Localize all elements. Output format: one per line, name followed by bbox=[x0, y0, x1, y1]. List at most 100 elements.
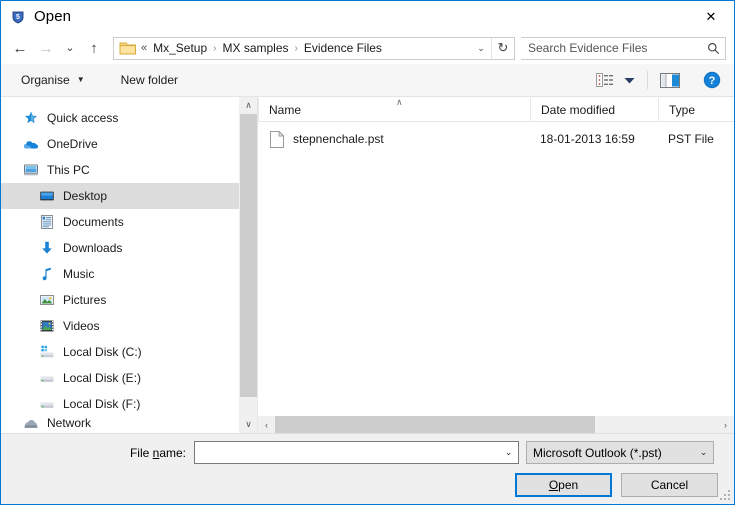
preview-pane-icon[interactable] bbox=[656, 68, 684, 92]
breadcrumb-separator[interactable]: › bbox=[213, 43, 216, 54]
scroll-thumb[interactable] bbox=[275, 416, 595, 433]
search-input[interactable] bbox=[521, 40, 701, 56]
divider bbox=[647, 71, 648, 89]
dialog-buttons: Open Cancel bbox=[515, 473, 718, 497]
sidebar-item-local-disk-f[interactable]: Local Disk (F:) bbox=[1, 391, 239, 417]
open-file-dialog: 5 Open ✕ ← → ⌄ ↑ « Mx_Setup › MX samples… bbox=[0, 0, 735, 505]
file-name-cell[interactable]: stepnenchale.pst bbox=[258, 130, 530, 148]
breadcrumb-item-1[interactable]: MX samples bbox=[222, 41, 290, 55]
sidebar-item-this-pc[interactable]: This PC bbox=[1, 157, 239, 183]
file-type-dropdown[interactable]: Microsoft Outlook (*.pst) ⌄ bbox=[526, 441, 714, 464]
open-button[interactable]: Open bbox=[515, 473, 612, 497]
new-folder-button[interactable]: New folder bbox=[115, 68, 184, 92]
cancel-button[interactable]: Cancel bbox=[621, 473, 718, 497]
column-header-name[interactable]: Name bbox=[258, 98, 530, 121]
chevron-down-icon[interactable]: ⌄ bbox=[471, 43, 491, 54]
table-row[interactable]: stepnenchale.pst 18-01-2013 16:59 PST Fi… bbox=[258, 127, 734, 151]
organise-button[interactable]: Organise ▼ bbox=[15, 68, 91, 92]
file-name-combobox[interactable]: ⌄ bbox=[194, 441, 519, 464]
column-header-type[interactable]: Type bbox=[658, 98, 734, 121]
breadcrumb-overflow[interactable]: « bbox=[141, 42, 147, 54]
videos-icon bbox=[39, 318, 55, 334]
scroll-track[interactable] bbox=[275, 416, 717, 433]
sidebar-item-label: Local Disk (F:) bbox=[63, 397, 141, 411]
column-header-date-modified[interactable]: Date modified bbox=[530, 98, 658, 121]
file-name-label-pre: File bbox=[129, 445, 153, 460]
drive-icon bbox=[39, 396, 55, 412]
resize-grip[interactable] bbox=[720, 490, 731, 501]
chevron-down-icon: ⌄ bbox=[699, 447, 708, 457]
search-icon[interactable] bbox=[701, 42, 725, 55]
view-options-caret-icon[interactable] bbox=[619, 68, 639, 92]
new-folder-label: New folder bbox=[120, 73, 178, 87]
open-button-accel: O bbox=[548, 478, 559, 492]
breadcrumb-separator[interactable]: › bbox=[295, 43, 298, 54]
open-button-label: pen bbox=[558, 478, 579, 492]
file-name-row: File name: ⌄ Microsoft Outlook (*.pst) ⌄ bbox=[1, 441, 734, 464]
sidebar-item-label: Quick access bbox=[47, 111, 119, 125]
search-box[interactable] bbox=[521, 36, 726, 60]
address-bar[interactable]: « Mx_Setup › MX samples › Evidence Files… bbox=[113, 36, 515, 60]
scroll-down-icon[interactable]: ∨ bbox=[240, 416, 257, 433]
command-bar: Organise ▼ New folder ? bbox=[1, 64, 734, 97]
chevron-down-icon[interactable]: ⌄ bbox=[499, 447, 518, 458]
sidebar-item-label: Music bbox=[63, 267, 95, 281]
sidebar-item-onedrive[interactable]: OneDrive bbox=[1, 131, 239, 157]
up-one-level-button[interactable]: ↑ bbox=[81, 35, 107, 61]
recent-locations-button[interactable]: ⌄ bbox=[59, 35, 81, 61]
sidebar-item-music[interactable]: Music bbox=[1, 261, 239, 287]
system-drive-icon bbox=[39, 344, 55, 360]
sidebar-item-label: OneDrive bbox=[47, 137, 98, 151]
window-title: Open bbox=[34, 8, 72, 25]
network-icon bbox=[23, 417, 39, 431]
sidebar-item-local-disk-c[interactable]: Local Disk (C:) bbox=[1, 339, 239, 365]
sidebar-item-documents[interactable]: Documents bbox=[1, 209, 239, 235]
file-list-pane: ∧ Name Date modified Type stepnenchale.p… bbox=[258, 97, 734, 433]
title-bar: 5 Open ✕ bbox=[1, 1, 734, 32]
sidebar-item-label: Documents bbox=[63, 215, 124, 229]
file-list-horizontal-scrollbar[interactable]: ‹ › bbox=[258, 415, 734, 433]
documents-icon bbox=[39, 214, 55, 230]
back-button[interactable]: ← bbox=[7, 35, 33, 61]
sidebar-item-desktop[interactable]: Desktop bbox=[1, 183, 239, 209]
help-icon[interactable]: ? bbox=[698, 68, 726, 92]
refresh-icon[interactable]: ↻ bbox=[492, 40, 514, 56]
forward-button[interactable]: → bbox=[33, 35, 59, 61]
chevron-down-icon: ▼ bbox=[76, 75, 85, 84]
sort-ascending-icon: ∧ bbox=[396, 97, 403, 107]
file-name-label-post: ame: bbox=[159, 445, 186, 460]
file-type-value: Microsoft Outlook (*.pst) bbox=[533, 445, 662, 460]
star-icon bbox=[23, 110, 39, 126]
sidebar-item-quick-access[interactable]: Quick access bbox=[1, 105, 239, 131]
dialog-body: Quick access OneDrive This PC Desktop Do… bbox=[1, 97, 734, 433]
scroll-thumb[interactable] bbox=[240, 114, 257, 397]
list-view-icon[interactable] bbox=[591, 68, 619, 92]
file-date-cell: 18-01-2013 16:59 bbox=[540, 132, 635, 146]
pictures-icon bbox=[39, 292, 55, 308]
folder-icon bbox=[119, 41, 137, 56]
navigation-pane: Quick access OneDrive This PC Desktop Do… bbox=[1, 97, 258, 433]
sidebar-scrollbar[interactable]: ∧ ∨ bbox=[239, 97, 257, 433]
close-icon[interactable]: ✕ bbox=[688, 1, 734, 31]
scroll-up-icon[interactable]: ∧ bbox=[240, 97, 257, 114]
breadcrumb-item-2[interactable]: Evidence Files bbox=[303, 41, 383, 55]
svg-text:?: ? bbox=[709, 75, 716, 87]
breadcrumb-item-0[interactable]: Mx_Setup bbox=[152, 41, 208, 55]
scroll-right-icon[interactable]: › bbox=[717, 416, 734, 433]
sidebar-item-pictures[interactable]: Pictures bbox=[1, 287, 239, 313]
file-name-input[interactable] bbox=[195, 444, 499, 461]
cloud-icon bbox=[23, 136, 39, 152]
file-name-label: stepnenchale.pst bbox=[293, 132, 384, 146]
desktop-icon bbox=[39, 188, 55, 204]
scroll-left-icon[interactable]: ‹ bbox=[258, 416, 275, 433]
sidebar-item-label: Desktop bbox=[63, 189, 108, 203]
drive-icon bbox=[39, 370, 55, 386]
file-rows: stepnenchale.pst 18-01-2013 16:59 PST Fi… bbox=[258, 122, 734, 415]
computer-icon bbox=[23, 162, 39, 178]
sidebar-item-local-disk-e[interactable]: Local Disk (E:) bbox=[1, 365, 239, 391]
sidebar-item-downloads[interactable]: Downloads bbox=[1, 235, 239, 261]
scroll-track[interactable] bbox=[240, 114, 257, 416]
sidebar-item-network[interactable]: Network bbox=[1, 417, 239, 431]
sidebar-item-videos[interactable]: Videos bbox=[1, 313, 239, 339]
breadcrumb: « Mx_Setup › MX samples › Evidence Files bbox=[141, 41, 471, 55]
